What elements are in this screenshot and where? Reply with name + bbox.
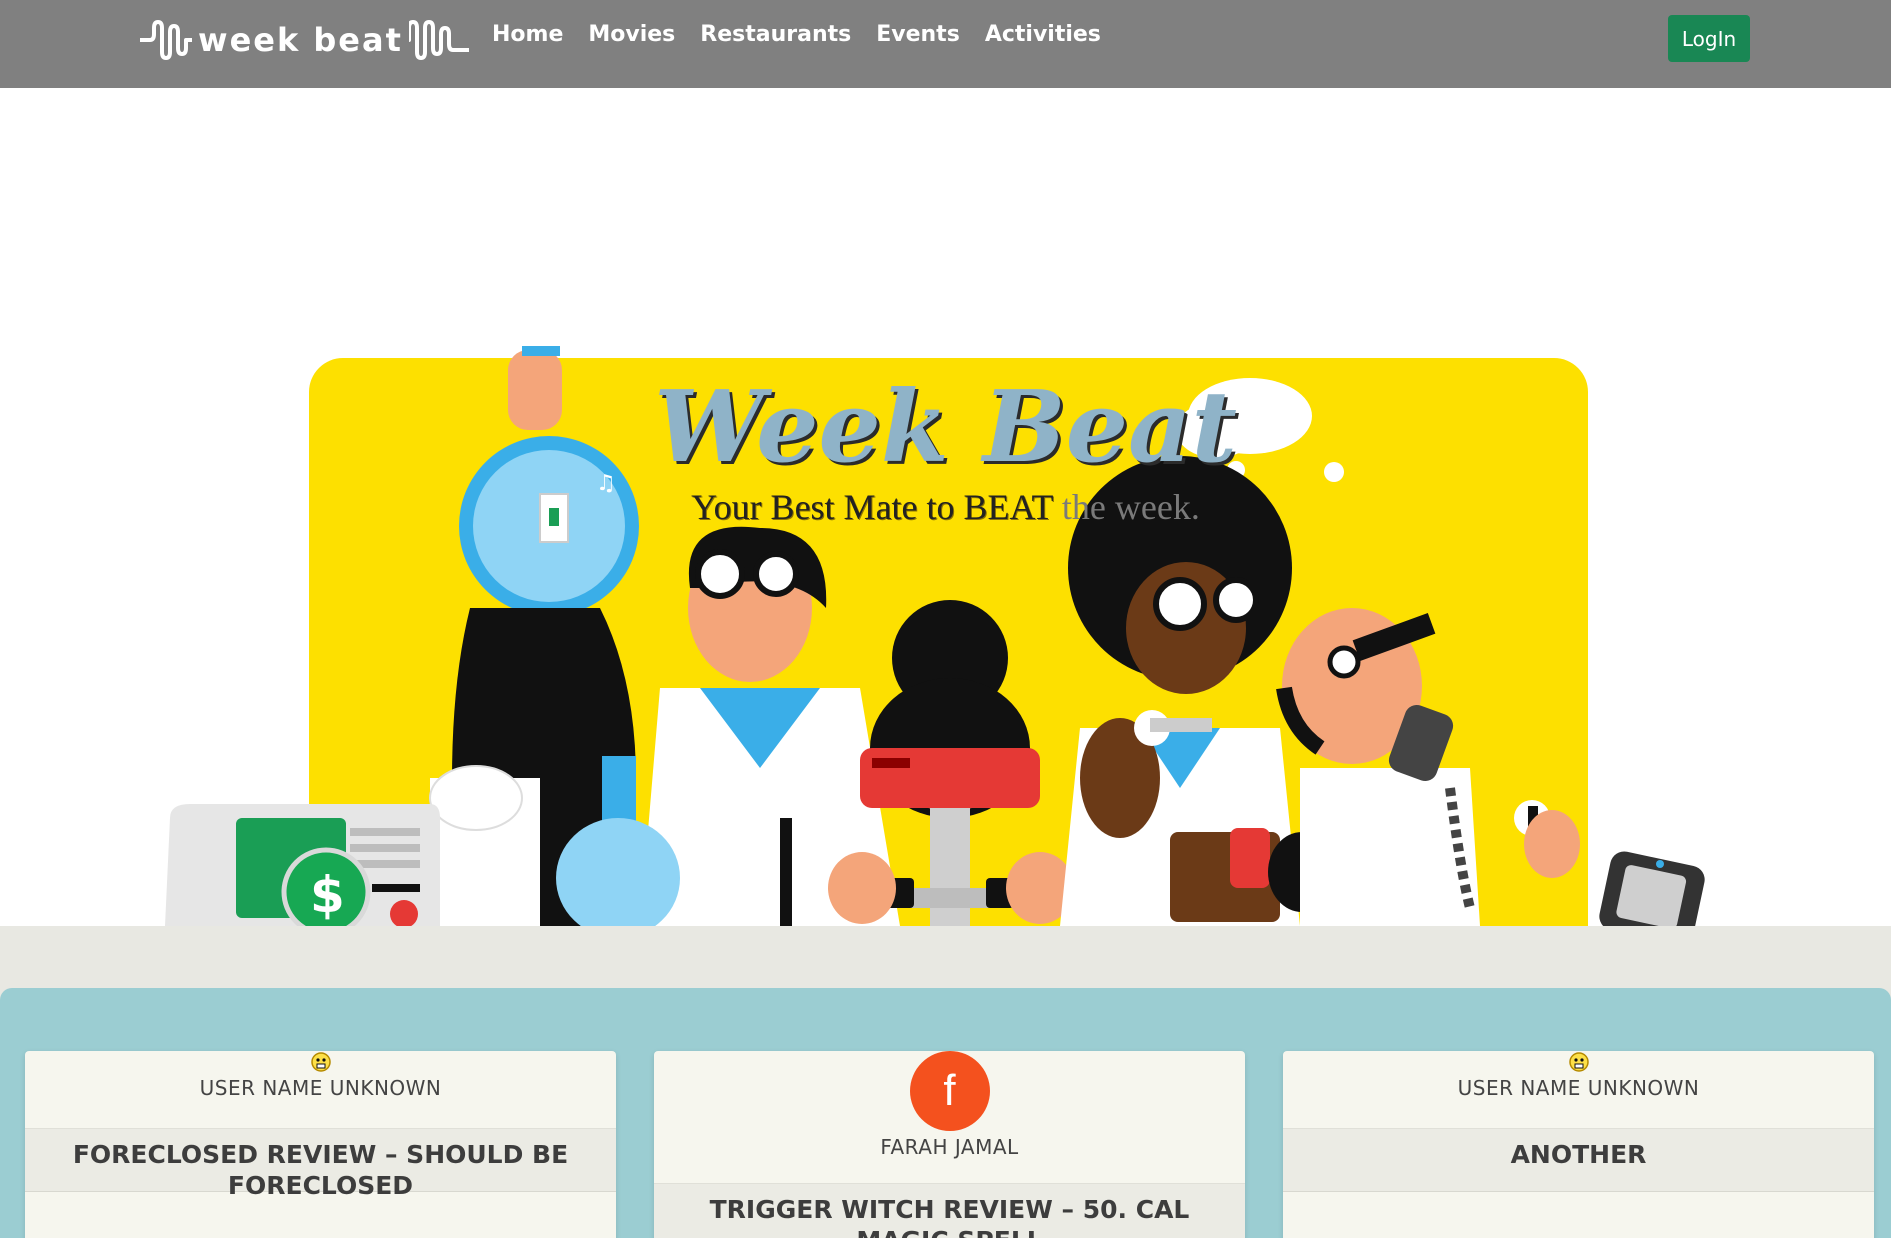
hero-subtitle: Your Best Mate to BEAT the week. [0,486,1891,528]
review-username: FARAH JAMAL [880,1135,1019,1159]
navbar: week beat Home Movies Restaurants Events… [0,0,1891,88]
hero-subtitle-main: Your Best Mate to BEAT [691,487,1053,527]
default-user-emoji-icon [1568,1052,1589,1072]
waveform-left-icon [140,20,192,60]
hero-subtitle-faint: the week. [1052,487,1200,527]
hero-title: Week Beat [654,370,1237,485]
nav-movies-link[interactable]: Movies [588,22,675,47]
review-username: USER NAME UNKNOWN [199,1076,442,1100]
login-button[interactable]: LogIn [1668,15,1750,62]
waveform-right-icon [408,20,469,60]
nav-events-link[interactable]: Events [876,22,960,47]
review-title[interactable]: TRIGGER WITCH REVIEW – 50. CAL MAGIC SPE… [654,1183,1245,1238]
hero-section: ♫ $ Week Beat Your Best Mate to BEAT the… [0,88,1891,926]
nav-home-link[interactable]: Home [492,22,563,47]
review-card[interactable]: f FARAH JAMAL TRIGGER WITCH REVIEW – 50.… [654,1051,1245,1238]
week-beat-logo[interactable]: week beat [140,18,469,62]
logo-text: week beat [198,21,403,59]
review-card[interactable]: USER NAME UNKNOWN FORECLOSED REVIEW – SH… [25,1051,616,1238]
review-title[interactable]: ANOTHER [1283,1128,1874,1192]
review-card[interactable]: USER NAME UNKNOWN ANOTHER [1283,1051,1874,1238]
nav-activities-link[interactable]: Activities [985,22,1101,47]
nav-restaurants-link[interactable]: Restaurants [700,22,851,47]
review-username: USER NAME UNKNOWN [1457,1076,1700,1100]
default-user-emoji-icon [310,1052,331,1072]
svg-text:$: $ [310,866,345,924]
user-avatar: f [909,1051,990,1131]
review-title[interactable]: FORECLOSED REVIEW – SHOULD BE FORECLOSED [25,1128,616,1200]
main-nav: Home Movies Restaurants Events Activitie… [492,22,1101,47]
